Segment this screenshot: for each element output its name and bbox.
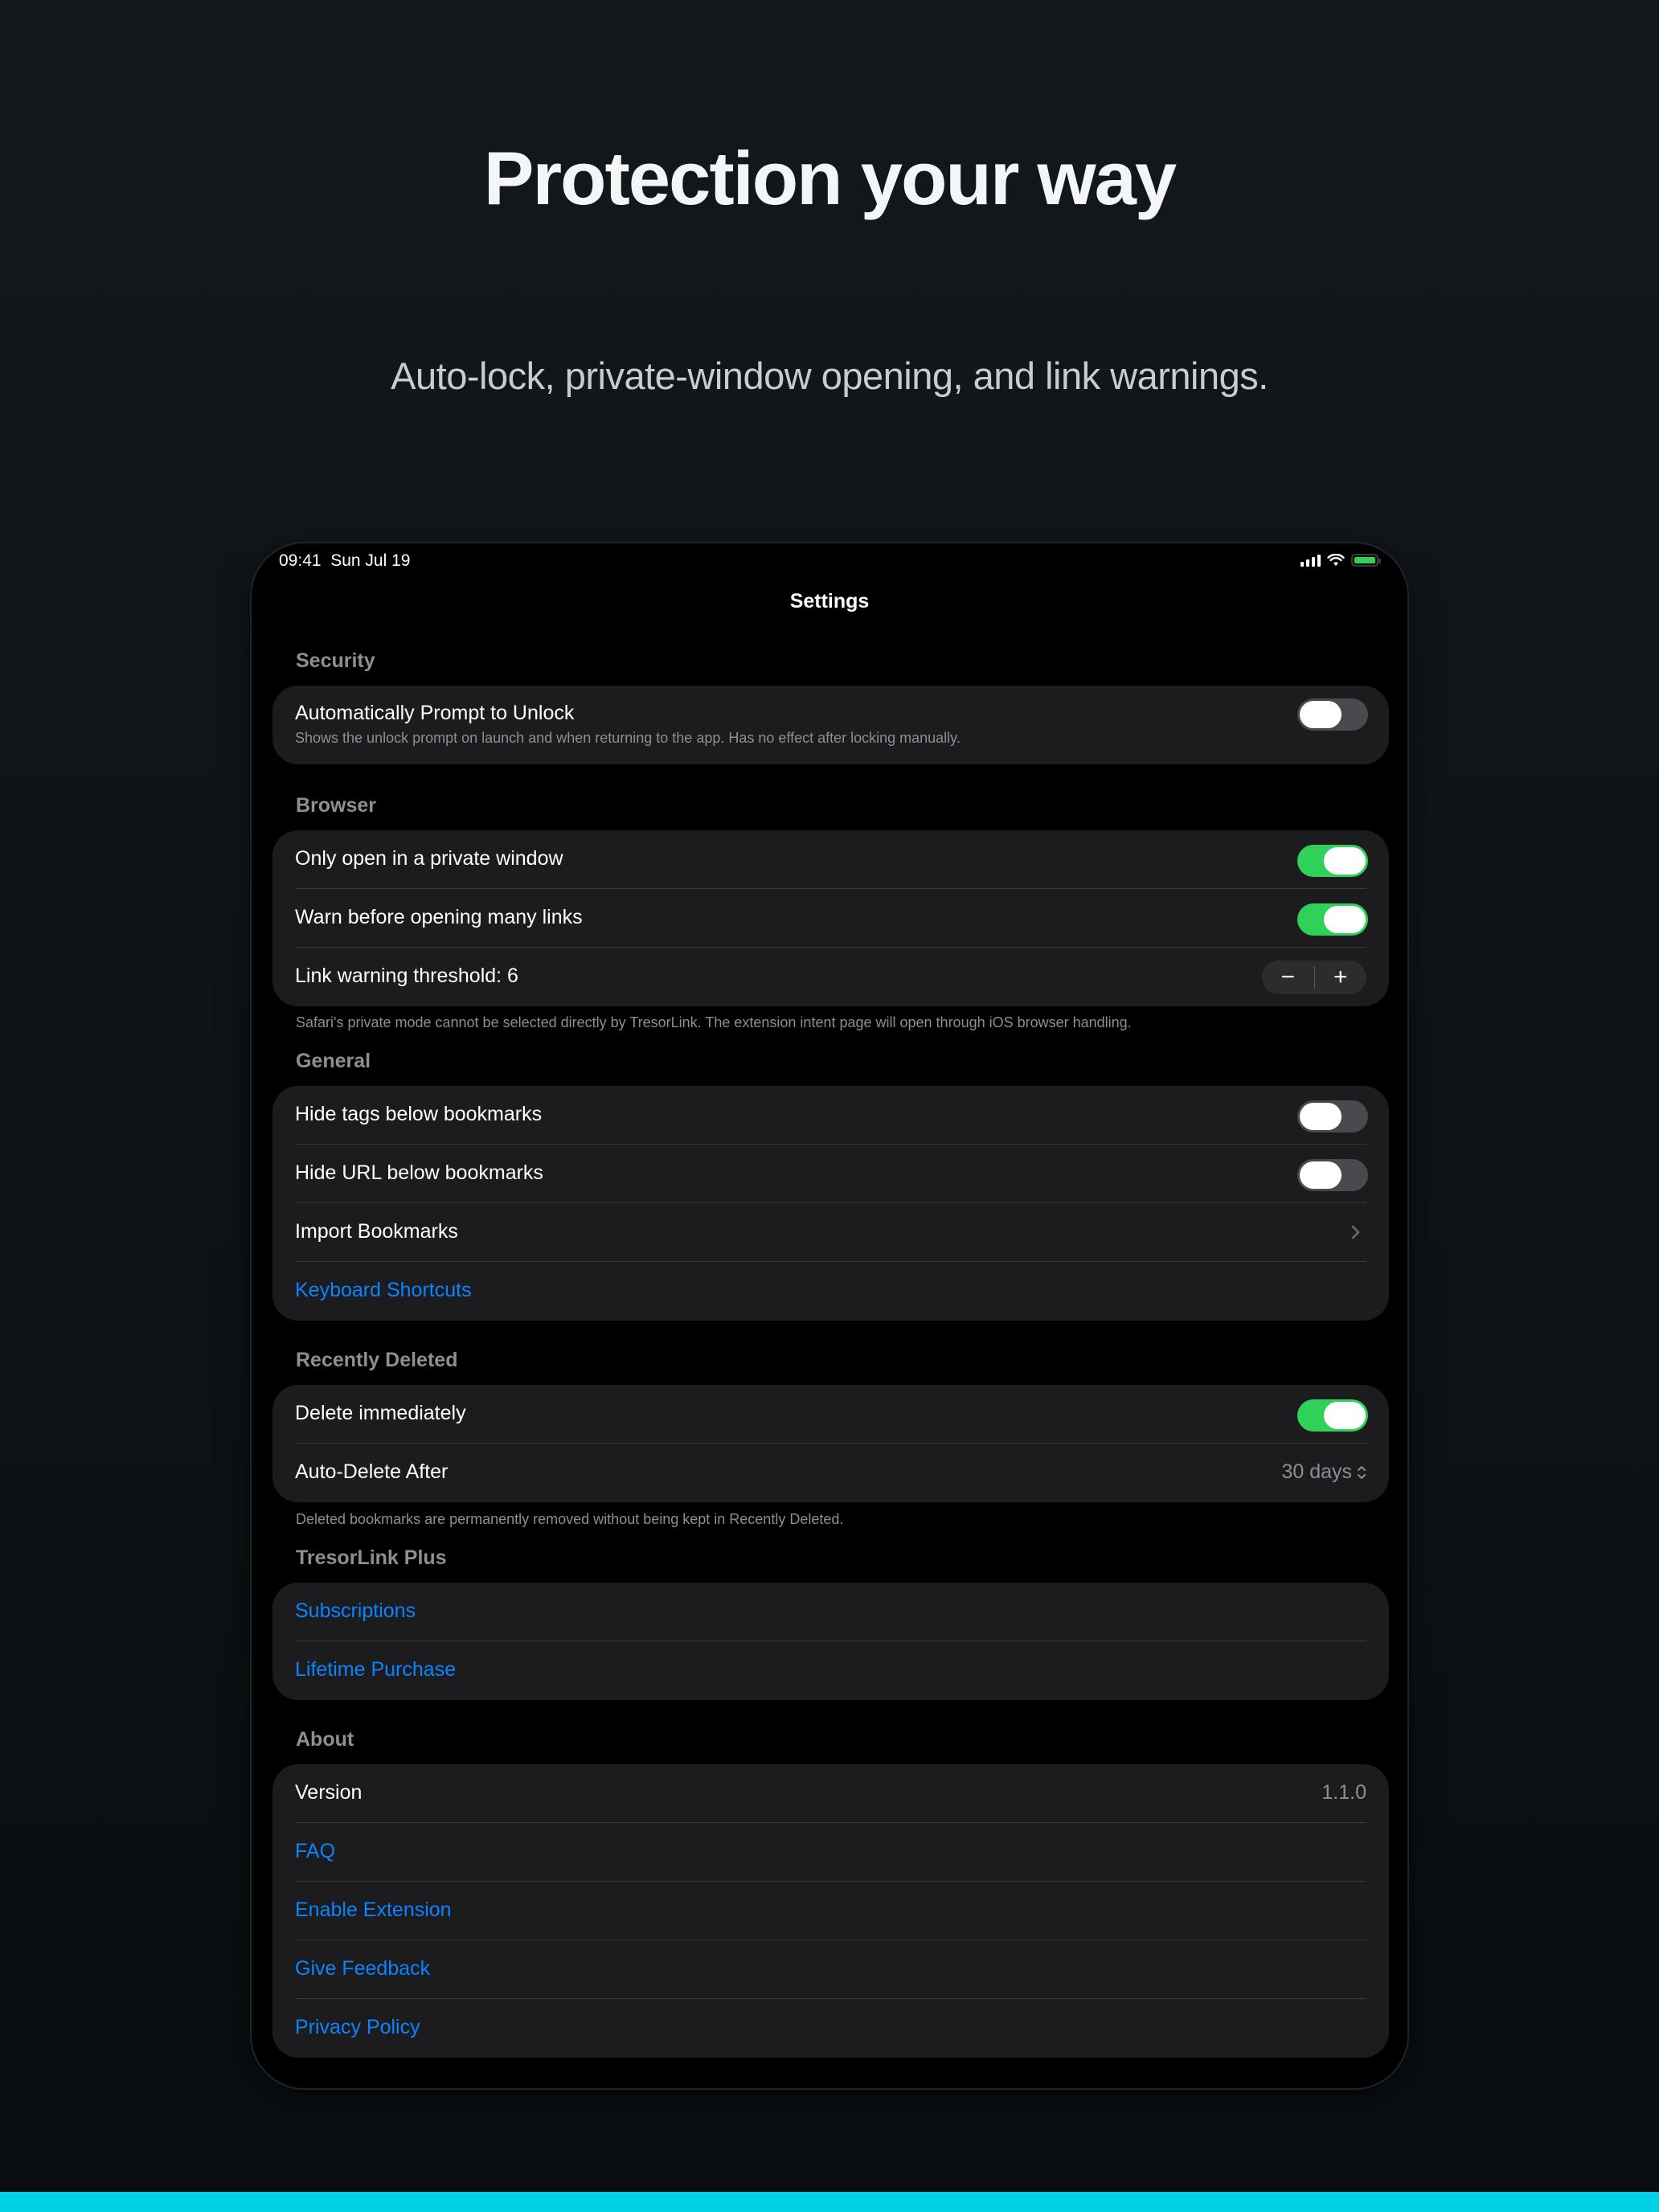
recently-deleted-footer-note: Deleted bookmarks are permanently remove… bbox=[296, 1511, 844, 1527]
hide-url-toggle[interactable] bbox=[1297, 1159, 1368, 1191]
hide-tags-label: Hide tags below bookmarks bbox=[295, 1103, 543, 1125]
group-browser: Only open in a private window Warn befor… bbox=[272, 830, 1389, 1006]
delete-immediately-toggle[interactable] bbox=[1297, 1399, 1368, 1432]
keyboard-shortcuts-link[interactable]: Keyboard Shortcuts bbox=[295, 1279, 472, 1302]
row-faq[interactable]: FAQ bbox=[272, 1823, 1389, 1882]
row-warn-many-links: Warn before opening many links bbox=[272, 889, 1389, 948]
wifi-icon bbox=[1327, 554, 1345, 566]
privacy-policy-link[interactable]: Privacy Policy bbox=[295, 2016, 420, 2039]
row-version: Version 1.1.0 bbox=[272, 1764, 1389, 1823]
link-threshold-stepper[interactable]: − + bbox=[1262, 961, 1366, 994]
warn-many-links-toggle[interactable] bbox=[1297, 903, 1368, 936]
browser-footer-note: Safari's private mode cannot be selected… bbox=[296, 1014, 1132, 1030]
row-hide-tags: Hide tags below bookmarks bbox=[272, 1086, 1389, 1145]
ipad-frame: 09:41 Sun Jul 19 Settings Security Autom… bbox=[250, 542, 1409, 2090]
stepper-increment-button[interactable]: + bbox=[1315, 961, 1367, 994]
group-about: Version 1.1.0 FAQ Enable Extension Give … bbox=[272, 1764, 1389, 2058]
section-header-recently-deleted: Recently Deleted bbox=[296, 1349, 458, 1371]
hero-title: Protection your way bbox=[483, 136, 1177, 220]
chevron-updown-icon bbox=[1358, 1466, 1366, 1480]
hide-tags-toggle[interactable] bbox=[1297, 1100, 1368, 1133]
group-recently-deleted: Delete immediately Auto-Delete After 30 … bbox=[272, 1385, 1389, 1502]
row-lifetime-purchase[interactable]: Lifetime Purchase bbox=[272, 1641, 1389, 1700]
nav-title: Settings bbox=[789, 590, 870, 612]
give-feedback-link[interactable]: Give Feedback bbox=[295, 1957, 430, 1981]
section-header-about: About bbox=[296, 1728, 354, 1751]
row-link-threshold: Link warning threshold: 6 − + bbox=[272, 948, 1389, 1006]
auto-prompt-subtitle: Shows the unlock prompt on launch and wh… bbox=[295, 730, 961, 746]
section-header-browser: Browser bbox=[296, 794, 377, 817]
version-value: 1.1.0 bbox=[1321, 1781, 1366, 1804]
hide-url-label: Hide URL below bookmarks bbox=[295, 1161, 543, 1184]
private-window-label: Only open in a private window bbox=[295, 847, 563, 870]
row-give-feedback[interactable]: Give Feedback bbox=[272, 1940, 1389, 1999]
row-import-bookmarks[interactable]: Import Bookmarks bbox=[272, 1203, 1389, 1262]
row-keyboard-shortcuts[interactable]: Keyboard Shortcuts bbox=[272, 1262, 1389, 1321]
row-subscriptions[interactable]: Subscriptions bbox=[272, 1583, 1389, 1641]
row-private-window: Only open in a private window bbox=[272, 830, 1389, 889]
signal-icon bbox=[1301, 554, 1321, 567]
version-label: Version bbox=[295, 1781, 363, 1804]
bottom-accent-bar bbox=[0, 2192, 1659, 2212]
battery-charging-icon bbox=[1351, 554, 1381, 567]
group-security: Automatically Prompt to Unlock Shows the… bbox=[272, 686, 1389, 764]
section-header-security: Security bbox=[296, 649, 375, 672]
subscriptions-link[interactable]: Subscriptions bbox=[295, 1600, 416, 1623]
row-privacy-policy[interactable]: Privacy Policy bbox=[272, 1999, 1389, 2058]
row-enable-extension[interactable]: Enable Extension bbox=[272, 1882, 1389, 1940]
section-header-general: General bbox=[296, 1050, 371, 1072]
chevron-right-icon bbox=[1351, 1225, 1360, 1239]
section-header-plus: TresorLink Plus bbox=[296, 1546, 447, 1569]
status-bar-clock: 09:41 Sun Jul 19 bbox=[279, 551, 410, 571]
group-plus: Subscriptions Lifetime Purchase bbox=[272, 1583, 1389, 1700]
hero-subtitle: Auto-lock, private-window opening, and l… bbox=[391, 354, 1268, 397]
link-threshold-label: Link warning threshold: 6 bbox=[295, 965, 518, 987]
enable-extension-link[interactable]: Enable Extension bbox=[295, 1899, 452, 1922]
lifetime-purchase-link[interactable]: Lifetime Purchase bbox=[295, 1658, 456, 1682]
auto-prompt-toggle[interactable] bbox=[1297, 698, 1368, 731]
stepper-decrement-button[interactable]: − bbox=[1262, 961, 1314, 994]
group-general: Hide tags below bookmarks Hide URL below… bbox=[272, 1086, 1389, 1321]
private-window-toggle[interactable] bbox=[1297, 845, 1368, 877]
warn-many-links-label: Warn before opening many links bbox=[295, 906, 583, 928]
auto-delete-value: 30 days bbox=[1281, 1460, 1352, 1483]
row-auto-prompt: Automatically Prompt to Unlock Shows the… bbox=[272, 686, 1389, 764]
auto-delete-picker[interactable]: 30 days bbox=[1281, 1460, 1366, 1484]
import-bookmarks-label: Import Bookmarks bbox=[295, 1220, 458, 1243]
status-icons bbox=[1301, 554, 1381, 567]
faq-link[interactable]: FAQ bbox=[295, 1840, 335, 1863]
delete-immediately-label: Delete immediately bbox=[295, 1402, 466, 1424]
row-delete-immediately: Delete immediately bbox=[272, 1385, 1389, 1444]
auto-prompt-label: Automatically Prompt to Unlock bbox=[295, 702, 575, 724]
auto-delete-label: Auto-Delete After bbox=[295, 1460, 449, 1483]
status-date: Sun Jul 19 bbox=[330, 551, 411, 570]
status-time: 09:41 bbox=[279, 551, 322, 570]
row-hide-url: Hide URL below bookmarks bbox=[272, 1145, 1389, 1203]
row-auto-delete-after[interactable]: Auto-Delete After 30 days bbox=[272, 1444, 1389, 1502]
